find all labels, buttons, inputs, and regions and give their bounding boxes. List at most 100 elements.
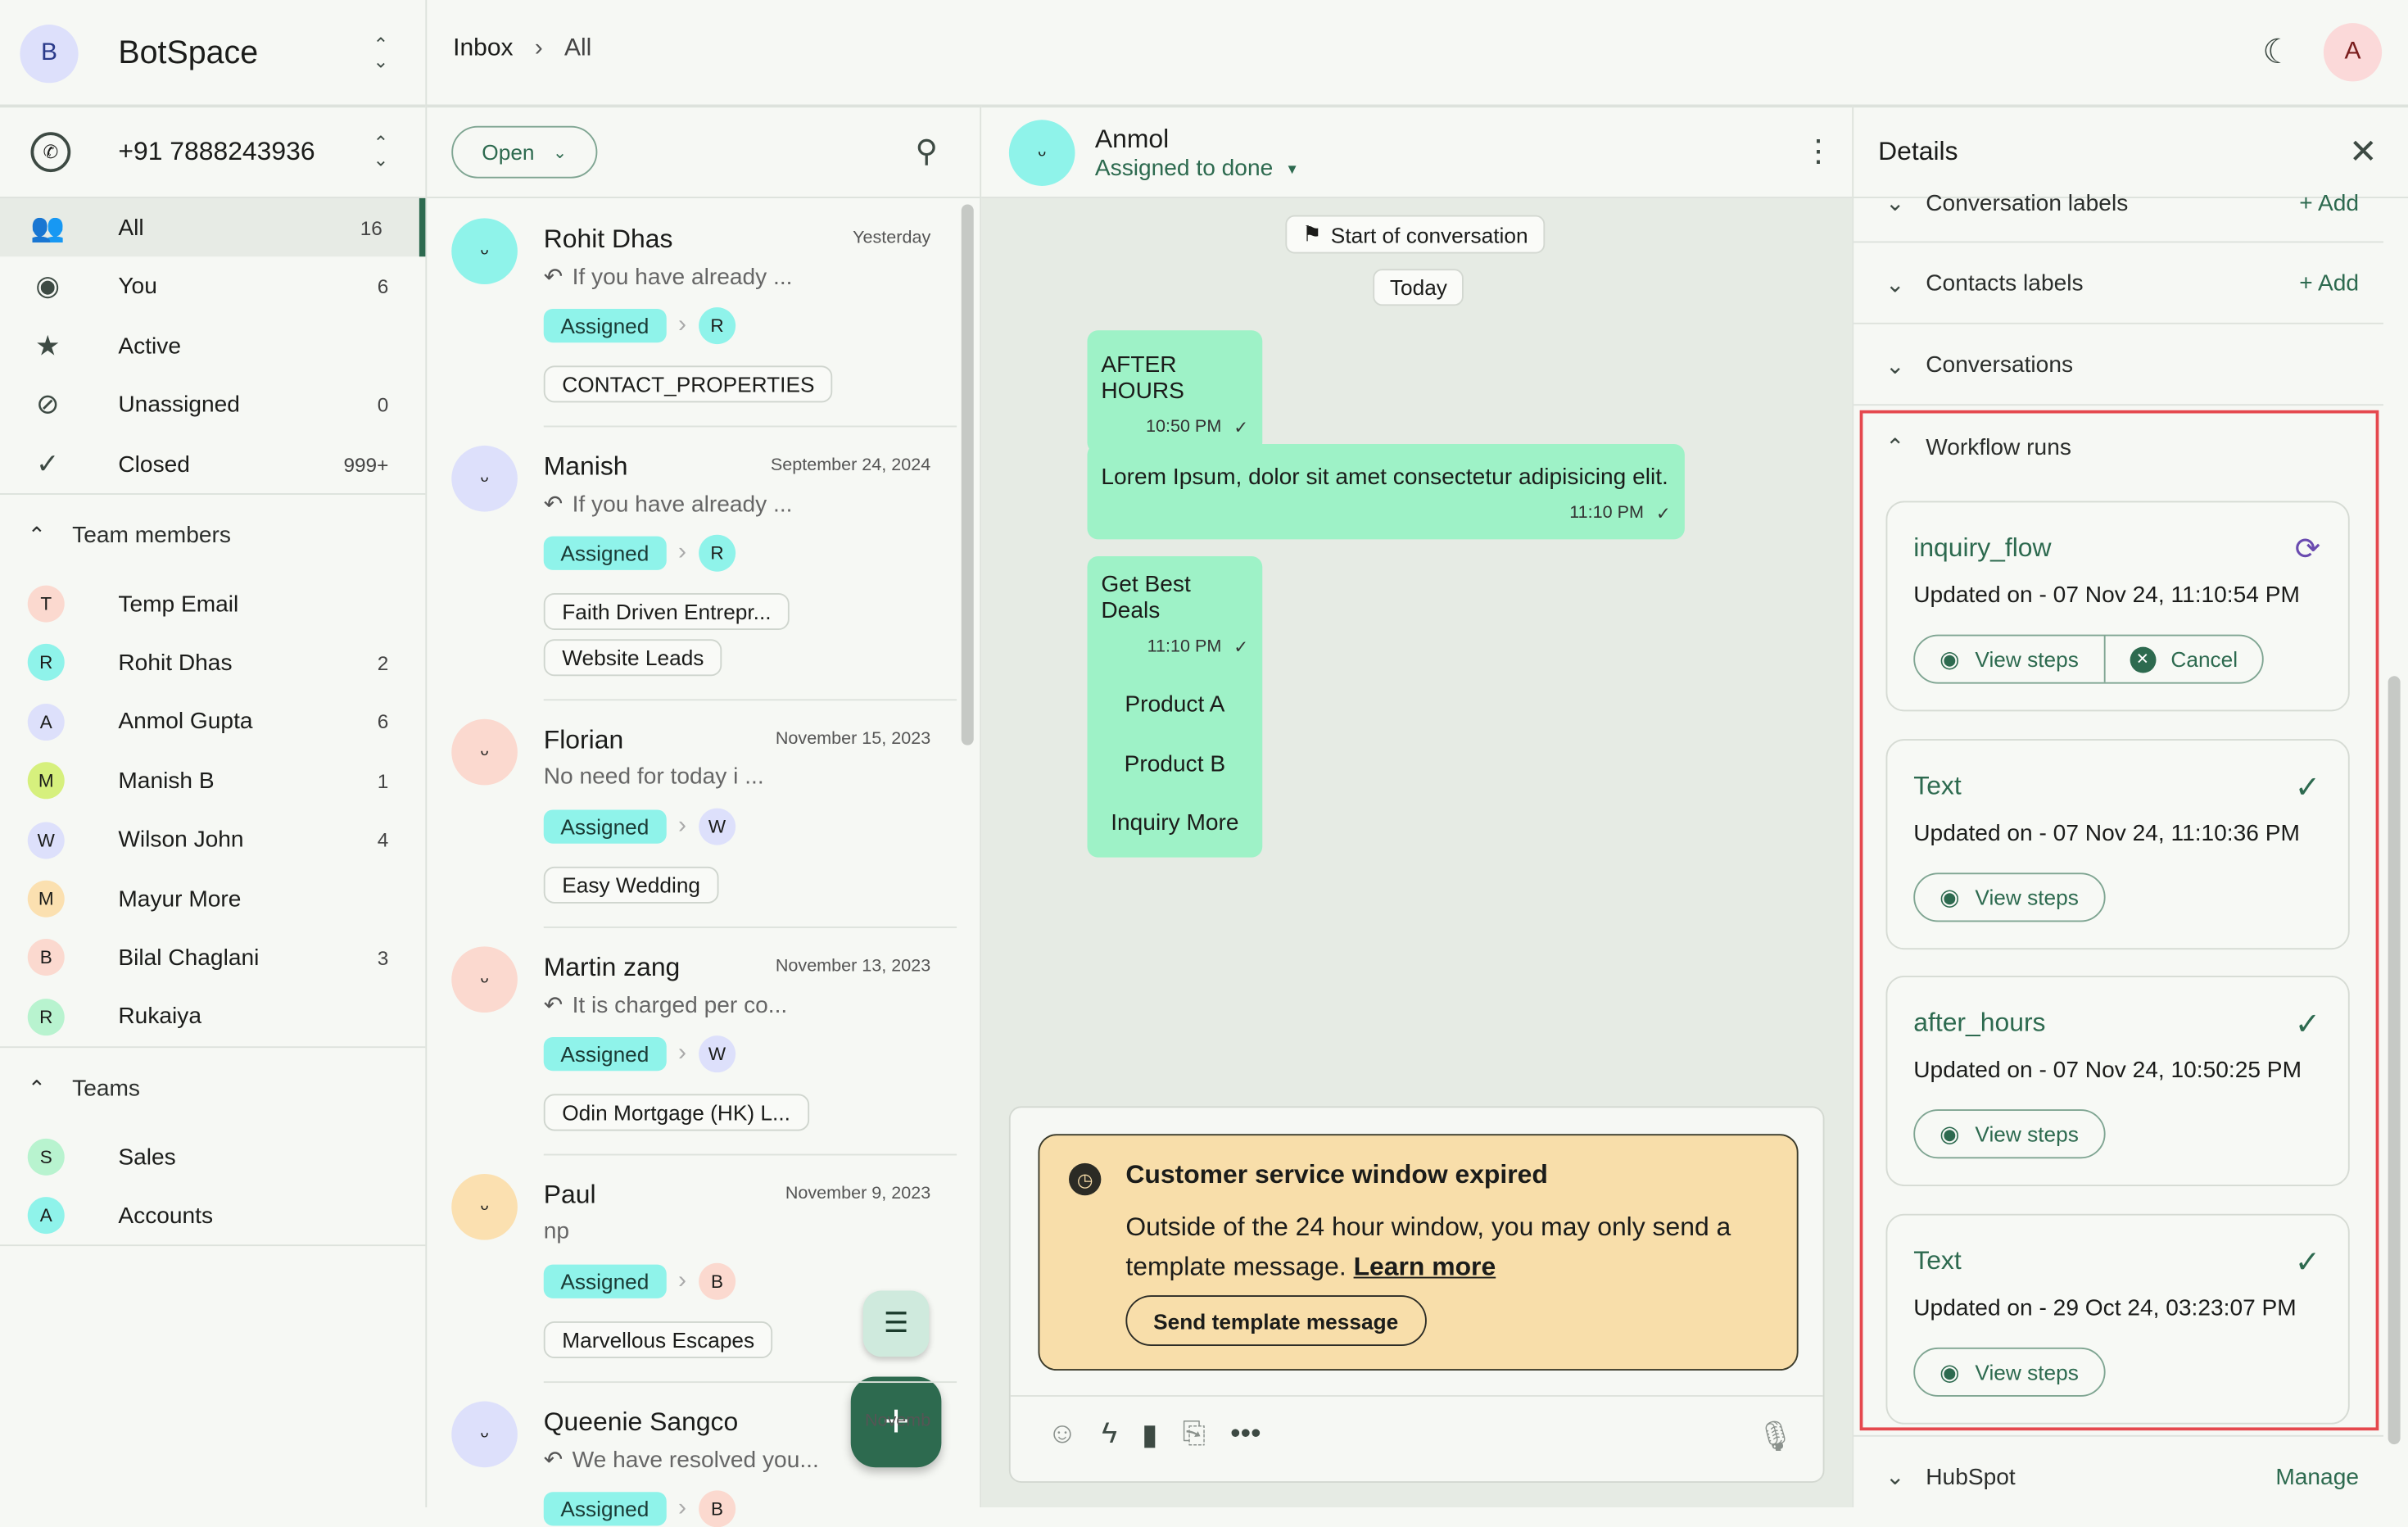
status-filter-dropdown[interactable]: Open ⌄ [451,125,598,179]
chevron-down-icon: ⌄ [1885,271,1905,297]
team-member-item[interactable]: R Rohit Dhas 2 [0,633,425,691]
view-steps-button[interactable]: ◉ View steps [1915,1348,2103,1394]
last-message-preview: No need for today i ... [544,764,764,790]
breadcrumb-current: All [564,35,592,62]
cancel-button[interactable]: ✕ Cancel [2102,636,2262,682]
chevron-right-icon: › [677,813,686,840]
start-of-conversation-chip: ⚑ Start of conversation [1285,215,1546,254]
phone-switcher[interactable]: ✆ +91 7888243936 ⌃ ⌄ [0,106,426,198]
conversation-list-item[interactable]: ᵕ Queenie Sangco Novemb ↶ We have resolved y… [427,1383,957,1527]
sidebar-item-all[interactable]: 👥 All 16 [0,197,426,257]
account-circle-icon: ◉ [35,270,60,301]
flag-icon: ⚑ [1302,221,1322,247]
breadcrumb-inbox[interactable]: Inbox [453,35,513,63]
workflow-name[interactable]: Text [1913,771,1961,802]
quick-reply-inquiry-more[interactable]: Inquiry More [1101,795,1248,854]
workflow-name[interactable]: after_hours [1913,1008,2045,1039]
dark-mode-moon-icon[interactable]: ☾ [2257,32,2297,72]
star-ticket-icon: ★ [34,329,61,360]
chevron-right-icon: › [677,311,686,338]
contact-name: Paul [543,1180,596,1210]
assignment-row: Assigned › B [543,1262,736,1300]
team-member-item[interactable]: M Mayur More [0,870,425,928]
attachment-icon[interactable]: ⎘ [1183,1418,1206,1453]
contact-label-chip[interactable]: CONTACT_PROPERTIES [543,365,834,403]
team-member-item[interactable]: R Rukaiya [0,988,425,1046]
assignment-dropdown[interactable]: Assigned to done ▼ [1095,155,1299,181]
conversation-list-item[interactable]: ᵕ Paul November 9, 2023 np Assigned › B Marvell… [427,1155,957,1384]
bookmark-icon[interactable]: ▮ [1142,1418,1158,1453]
add-contact-label-button[interactable]: + Add [2299,270,2359,297]
status-badge: Assigned [543,308,666,343]
section-workflow-runs[interactable]: ⌃ Workflow runs [1854,407,2383,487]
manage-hubspot-button[interactable]: Manage [2275,1464,2359,1490]
team-member-item[interactable]: M Manish B 1 [0,752,425,810]
message-time: 11:10 PM [1147,637,1222,656]
member-count: 2 [377,651,389,675]
contact-label-chip[interactable]: Odin Mortgage (HK) L... [543,1094,809,1131]
details-scrollbar[interactable] [2388,676,2401,1445]
sidebar-item-unassigned[interactable]: ⊘ Unassigned 0 [0,376,425,434]
section-conversations[interactable]: ⌄ Conversations [1854,326,2383,406]
contact-name[interactable]: Anmol [1095,125,1169,156]
contact-label-chip[interactable]: Marvellous Escapes [543,1321,773,1359]
user-avatar[interactable]: A [2323,23,2383,82]
contact-name: Queenie Sangco [543,1407,739,1437]
emoji-icon[interactable]: ☺ [1048,1418,1077,1453]
contact-avatar: ᵕ [1008,120,1075,186]
team-item[interactable]: S Sales [0,1128,425,1186]
section-hubspot[interactable]: ⌄ HubSpot Manage [1854,1437,2383,1517]
conversation-list-item[interactable]: ᵕ Manish September 24, 2024 ↶ If you have al… [427,427,957,701]
add-conversation-label-button[interactable]: + Add [2299,191,2359,217]
microphone-icon[interactable]: 🎙 [1757,1418,1794,1455]
view-steps-button[interactable]: ◉ View steps [1915,1111,2103,1157]
lightning-icon[interactable]: ϟ [1102,1418,1117,1453]
view-steps-button[interactable]: ◉ View steps [1915,636,2103,682]
conversation-list-item[interactable]: ᵕ Rohit Dhas Yesterday ↶ If you have already… [427,200,957,428]
sidebar-item-active[interactable]: ★ Active [0,316,425,374]
eye-icon: ◉ [1940,884,1960,911]
team-member-item[interactable]: W Wilson John 4 [0,811,425,869]
section-contacts-labels[interactable]: ⌄ Contacts labels + Add [1854,244,2383,324]
labels: CONTACT_PROPERTIES [543,365,834,403]
preview-text: If you have already ... [572,491,793,518]
learn-more-link[interactable]: Learn more [1354,1253,1496,1282]
member-name: Mayur More [118,886,242,913]
button-label: View steps [1975,646,2079,672]
section-conversation-labels[interactable]: ⌄ Conversation labels + Add [1854,163,2383,243]
more-horizontal-icon[interactable]: ••• [1230,1418,1261,1453]
sidebar-item-you[interactable]: ◉ You 6 [0,257,425,315]
member-count: 1 [377,769,389,793]
search-icon[interactable]: ⚲ [916,132,938,170]
contact-avatar: ᵕ [451,946,518,1013]
workflow-name[interactable]: inquiry_flow [1913,533,2051,564]
more-vertical-icon[interactable]: ⋮ [1803,132,1834,170]
member-count: 4 [377,828,389,852]
team-member-item[interactable]: B Bilal Chaglani 3 [0,929,425,987]
conversation-list-item[interactable]: ᵕ Florian November 15, 2023 No need for tod… [427,700,957,928]
conversation-list-item[interactable]: ᵕ Martin zang November 13, 2023 ↶ It is char… [427,928,957,1156]
section-label: Contacts labels [1926,270,2084,297]
view-steps-button[interactable]: ◉ View steps [1915,873,2103,919]
contact-avatar: ᵕ [451,1173,518,1240]
sidebar-item-closed[interactable]: ✓ Closed 999+ [0,435,425,493]
quick-reply-product-a[interactable]: Product A [1101,676,1248,735]
contact-label-chip[interactable]: Faith Driven Entrepr... [543,592,790,630]
contact-label-chip[interactable]: Website Leads [543,639,722,677]
avatar: R [27,998,65,1035]
workflow-name[interactable]: Text [1913,1245,1961,1276]
team-item[interactable]: A Accounts [0,1187,425,1245]
button-label: View steps [1975,884,2079,909]
people-icon: 👥 [30,211,66,242]
composer-tools: ☺ ϟ ▮ ⎘ ••• [1048,1418,1261,1453]
team-members-header[interactable]: ⌃ Team members [0,518,425,551]
team-member-item[interactable]: T Temp Email [0,574,425,632]
team-member-item[interactable]: A Anmol Gupta 6 [0,693,425,751]
quick-reply-product-b[interactable]: Product B [1101,735,1248,794]
labels: Easy Wedding [543,866,719,904]
send-template-button[interactable]: Send template message [1125,1295,1426,1347]
list-scrollbar[interactable] [961,204,974,745]
teams-header[interactable]: ⌃ Teams [0,1071,425,1104]
workspace-switcher[interactable]: B BotSpace ⌃ ⌄ [0,0,425,106]
contact-label-chip[interactable]: Easy Wedding [543,866,719,904]
